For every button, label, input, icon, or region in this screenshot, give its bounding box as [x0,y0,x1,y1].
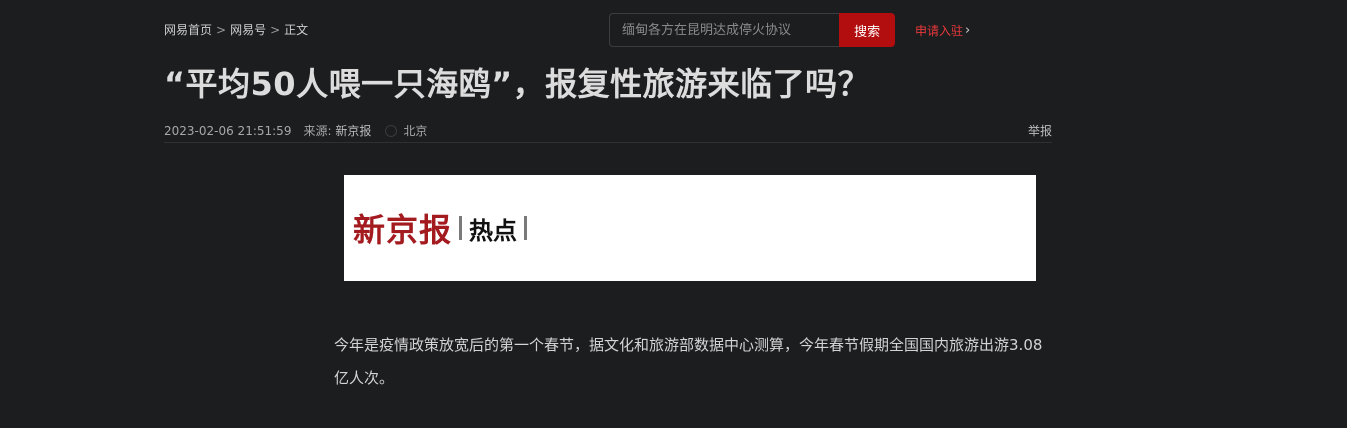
chevron-right-icon: › [965,23,971,38]
banner-divider [524,216,528,240]
breadcrumb: 网易首页 > 网易号 > 正文 [164,21,308,38]
banner-divider [459,216,463,240]
source-link[interactable]: 新京报 [335,124,371,138]
breadcrumb-current: 正文 [284,23,309,37]
article-paragraph: 今年是疫情政策放宽后的第一个春节，据文化和旅游部数据中心测算，今年春节假期全国国… [334,336,1043,387]
location-icon [385,124,398,137]
breadcrumb-channel-link[interactable]: 网易号 [230,21,266,38]
banner-tag: 热点 [469,216,518,245]
publish-time: 2023-02-06 21:51:59 [164,123,292,138]
article-title: “平均50人喂一只海鸥”，报复性旅游来临了吗？ [164,65,871,103]
search-input[interactable] [609,13,840,47]
article-banner-image: 新京报 热点 [344,175,1036,281]
banner-brand: 新京报 [353,211,453,249]
article-meta: 2023-02-06 21:51:59 来源: 新京报 北京 举报 [164,122,1052,139]
source-label: 来源: [303,124,332,138]
page: 网易首页 > 网易号 > 正文 搜索 申请入驻 › “平均50人喂一只海鸥”，报… [0,0,1347,428]
breadcrumb-home-link[interactable]: 网易首页 [164,21,212,38]
search-button[interactable]: 搜索 [839,13,895,47]
search-box: 搜索 [609,13,895,47]
article-location: 北京 [403,124,428,138]
apply-join-label: 申请入驻 [915,24,964,38]
breadcrumb-separator: > [216,22,227,37]
article-source: 来源: 新京报 [303,122,371,139]
meta-divider [164,142,1052,143]
report-link[interactable]: 举报 [1028,122,1052,139]
breadcrumb-separator: > [270,22,281,37]
apply-join-link[interactable]: 申请入驻 › [915,22,970,39]
